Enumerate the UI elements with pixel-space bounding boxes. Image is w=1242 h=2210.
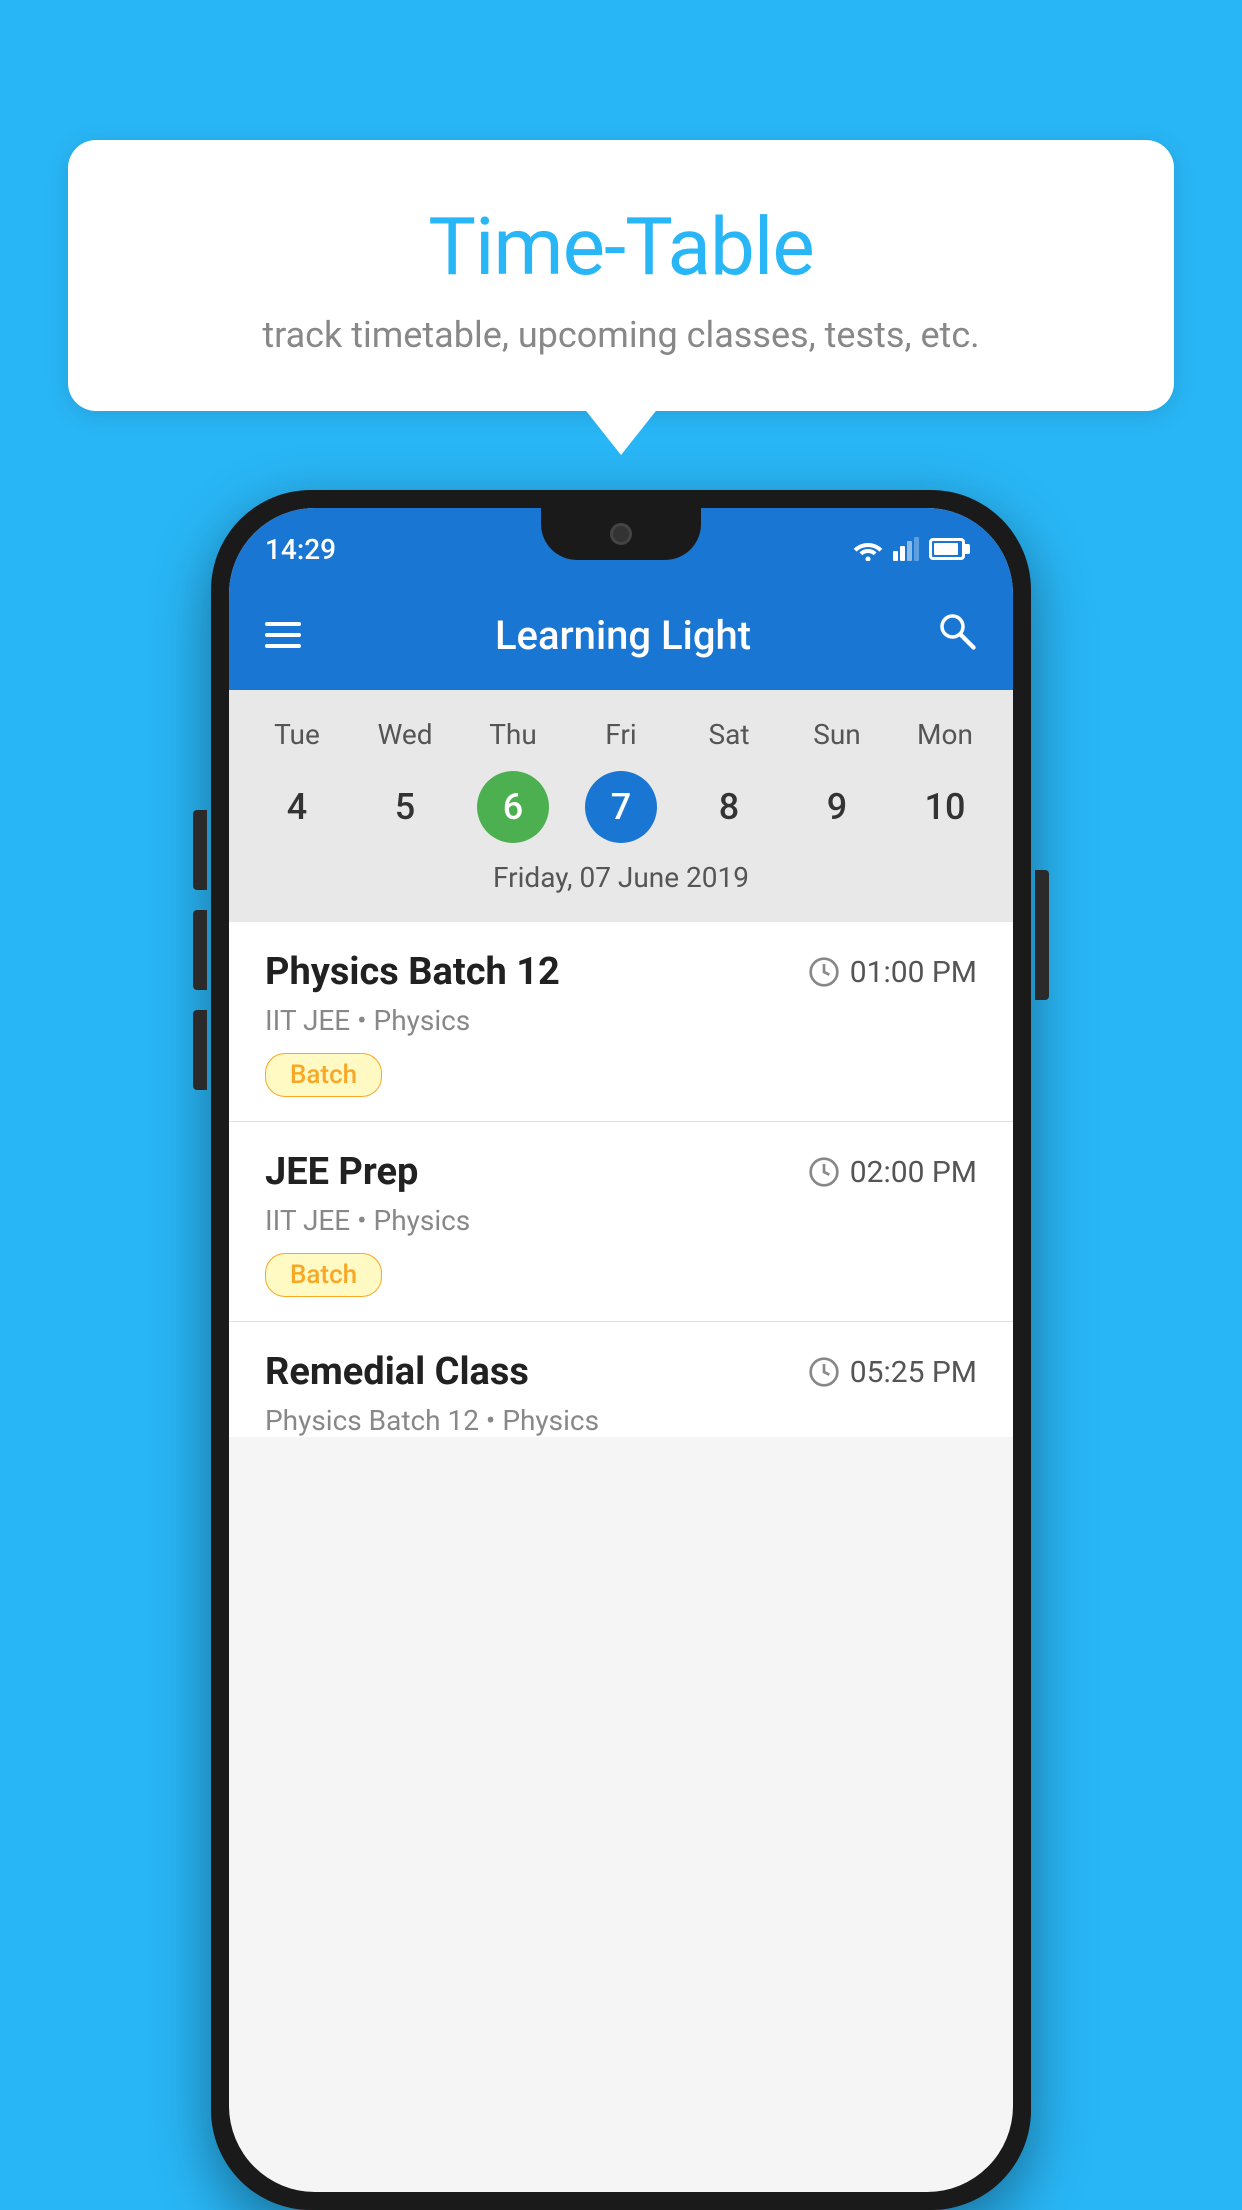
selected-date-label: Friday, 07 June 2019 <box>229 849 1013 912</box>
schedule-item-3-title: Remedial Class <box>265 1350 529 1394</box>
date-9: 9 <box>801 771 873 843</box>
status-time: 14:29 <box>265 533 336 566</box>
clock-icon-2 <box>808 1156 840 1188</box>
schedule-list: Physics Batch 12 01:00 PM IIT JEE • Phys… <box>229 922 1013 1437</box>
dates-row: 4 5 6 7 8 9 <box>229 765 1013 849</box>
schedule-item-2-title: JEE Prep <box>265 1150 418 1194</box>
clock-icon-3 <box>808 1356 840 1388</box>
day-mon: Mon <box>891 710 999 759</box>
schedule-item-2-time: 02:00 PM <box>808 1155 977 1190</box>
day-wed: Wed <box>351 710 459 759</box>
status-icons <box>853 537 965 561</box>
date-cell-10[interactable]: 10 <box>891 765 999 849</box>
day-thu: Thu <box>459 710 567 759</box>
search-button[interactable] <box>935 609 977 661</box>
schedule-item-1-title: Physics Batch 12 <box>265 950 560 994</box>
days-header: Tue Wed Thu Fri Sat Sun Mon <box>229 710 1013 759</box>
phone-device: 14:29 <box>211 490 1031 2210</box>
date-cell-4[interactable]: 4 <box>243 765 351 849</box>
schedule-item-3-time: 05:25 PM <box>808 1355 977 1390</box>
date-5: 5 <box>369 771 441 843</box>
clock-icon-1 <box>808 956 840 988</box>
date-cell-9[interactable]: 9 <box>783 765 891 849</box>
date-8: 8 <box>693 771 765 843</box>
day-fri: Fri <box>567 710 675 759</box>
tooltip-subtitle: track timetable, upcoming classes, tests… <box>118 314 1124 356</box>
schedule-item-1-header: Physics Batch 12 01:00 PM <box>265 950 977 994</box>
menu-button[interactable] <box>265 622 301 648</box>
date-6-today: 6 <box>477 771 549 843</box>
tooltip-card: Time-Table track timetable, upcoming cla… <box>68 140 1174 411</box>
day-sat: Sat <box>675 710 783 759</box>
batch-badge-2: Batch <box>265 1253 382 1297</box>
schedule-item-3-subtitle: Physics Batch 12 • Physics <box>265 1404 977 1437</box>
schedule-item-3-header: Remedial Class 05:25 PM <box>265 1350 977 1394</box>
schedule-item-2-header: JEE Prep 02:00 PM <box>265 1150 977 1194</box>
schedule-item-2[interactable]: JEE Prep 02:00 PM IIT JEE • Physics Batc… <box>229 1122 1013 1322</box>
day-tue: Tue <box>243 710 351 759</box>
calendar-section: Tue Wed Thu Fri Sat Sun Mon 4 5 <box>229 690 1013 922</box>
date-cell-6[interactable]: 6 <box>459 765 567 849</box>
date-cell-7[interactable]: 7 <box>567 765 675 849</box>
front-camera <box>610 523 632 545</box>
schedule-item-1[interactable]: Physics Batch 12 01:00 PM IIT JEE • Phys… <box>229 922 1013 1122</box>
date-4: 4 <box>261 771 333 843</box>
batch-badge-1: Batch <box>265 1053 382 1097</box>
schedule-item-3[interactable]: Remedial Class 05:25 PM Physics Batch 12… <box>229 1322 1013 1437</box>
phone-screen: 14:29 <box>229 508 1013 2192</box>
app-bar: Learning Light <box>229 580 1013 690</box>
date-7-selected: 7 <box>585 771 657 843</box>
background: Time-Table track timetable, upcoming cla… <box>0 0 1242 2208</box>
app-title: Learning Light <box>341 612 905 659</box>
date-10: 10 <box>909 771 981 843</box>
day-sun: Sun <box>783 710 891 759</box>
date-cell-8[interactable]: 8 <box>675 765 783 849</box>
phone-notch <box>541 508 701 560</box>
date-cell-5[interactable]: 5 <box>351 765 459 849</box>
signal-icon <box>893 537 919 561</box>
schedule-item-1-time: 01:00 PM <box>808 955 977 990</box>
schedule-item-2-subtitle: IIT JEE • Physics <box>265 1204 977 1237</box>
battery-icon <box>929 538 965 560</box>
wifi-icon <box>853 537 883 561</box>
tooltip-title: Time-Table <box>118 200 1124 294</box>
schedule-item-1-subtitle: IIT JEE • Physics <box>265 1004 977 1037</box>
